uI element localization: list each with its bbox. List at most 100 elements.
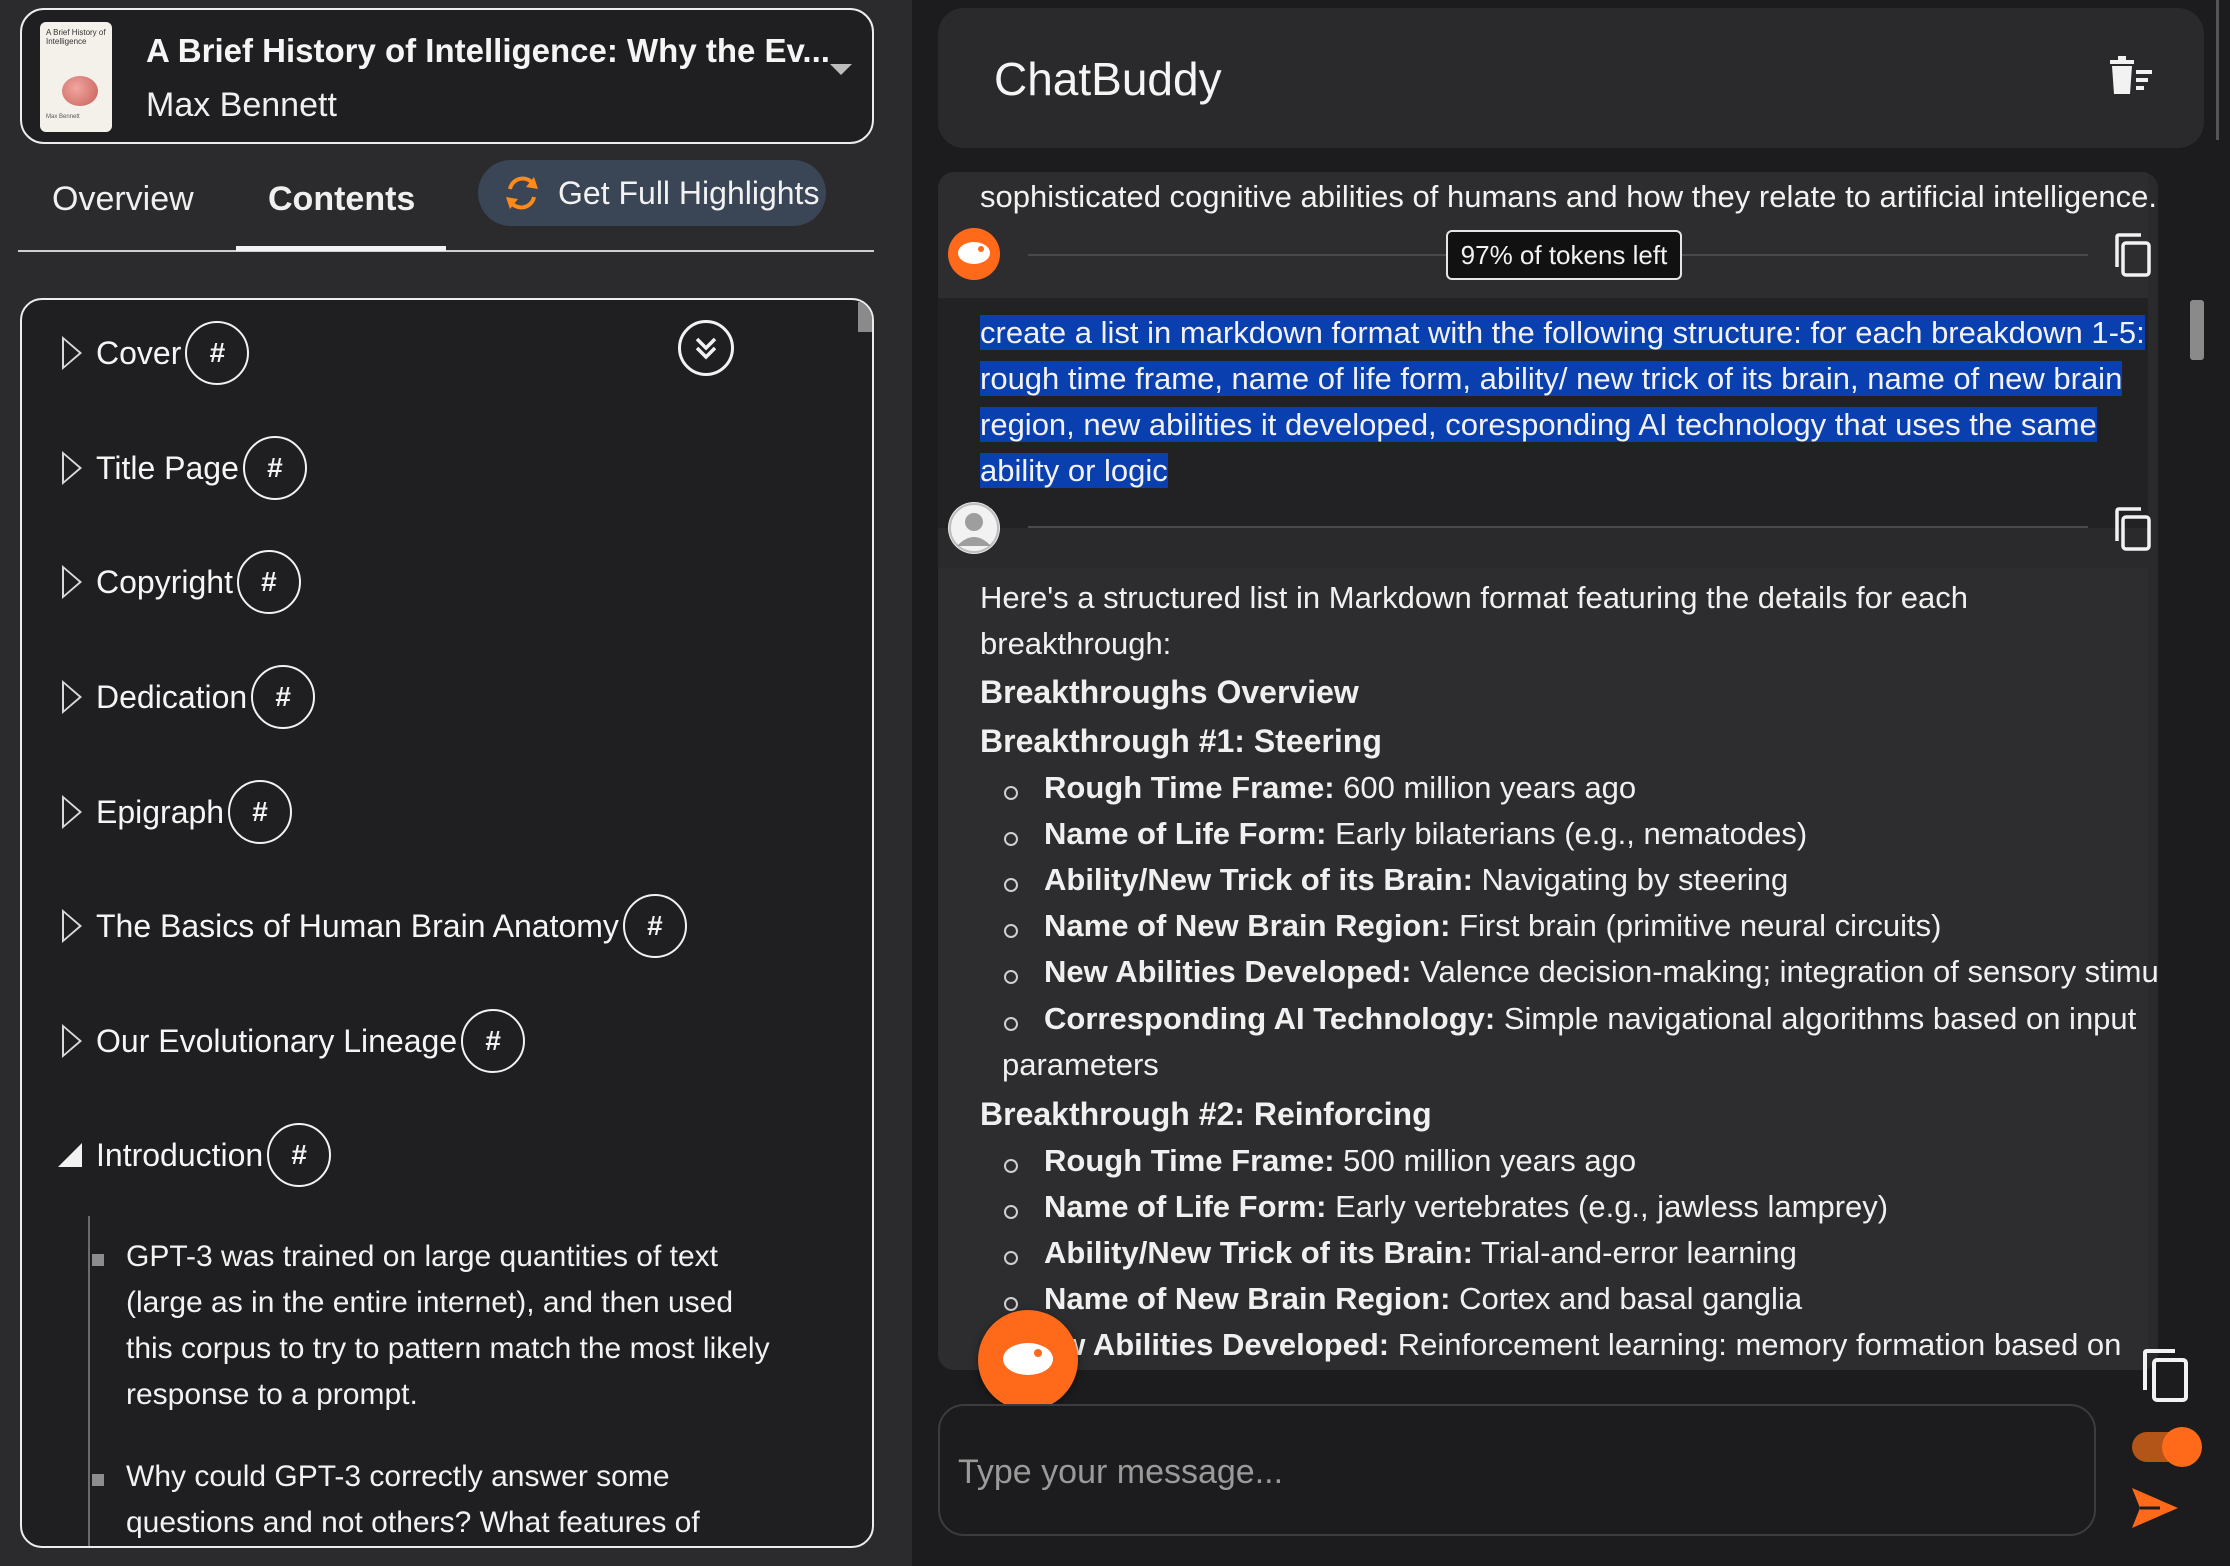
toc-item-dedication[interactable]: Dedication # xyxy=(62,664,316,730)
highlight-bullet[interactable]: Why could GPT-3 correctly answer some qu… xyxy=(92,1454,776,1546)
list-item: ew Abilities Developed: Reinforcement le… xyxy=(1044,1327,2122,1362)
list-bullet-icon xyxy=(1004,1251,1018,1265)
ai-message: sophisticated cognitive abilities of hum… xyxy=(938,172,2157,298)
expand-triangle-icon[interactable] xyxy=(62,909,82,943)
toc-item-evolutionary-lineage[interactable]: Our Evolutionary Lineage # xyxy=(62,1008,526,1074)
list-bullet-icon xyxy=(1004,1205,1018,1219)
toc-scrollbar[interactable] xyxy=(858,302,872,332)
list-bullet-icon xyxy=(1004,1017,1018,1031)
copy-button[interactable] xyxy=(2106,228,2158,282)
copy-button[interactable] xyxy=(2130,1340,2200,1410)
get-full-highlights-button[interactable]: Get Full Highlights xyxy=(478,160,826,226)
highlight-bullet[interactable]: GPT-3 was trained on large quantities of… xyxy=(92,1234,776,1418)
hash-button[interactable]: # xyxy=(251,665,316,729)
square-bullet-icon xyxy=(92,1474,104,1486)
square-bullet-icon xyxy=(92,1254,104,1266)
collapse-triangle-icon[interactable] xyxy=(58,1143,82,1167)
user-avatar xyxy=(948,502,1000,554)
toc-label: Cover xyxy=(96,334,182,371)
list-item: Rough Time Frame: 600 million years ago xyxy=(1044,770,1637,805)
chat-scrollbar[interactable] xyxy=(2190,300,2204,360)
expand-triangle-icon[interactable] xyxy=(62,795,82,829)
toc-item-brain-anatomy[interactable]: The Basics of Human Brain Anatomy # xyxy=(62,893,687,959)
list-bullet-icon xyxy=(1004,1297,1018,1311)
copy-icon xyxy=(2115,233,2151,277)
list-item: Name of New Brain Region: Cortex and bas… xyxy=(1044,1281,1803,1316)
reply-heading: Breakthroughs Overview xyxy=(980,674,1359,710)
list-item: Name of Life Form: Early vertebrates (e.… xyxy=(1044,1189,1889,1224)
toc-item-cover[interactable]: Cover # xyxy=(62,320,250,386)
expand-triangle-icon[interactable] xyxy=(62,1024,82,1058)
hash-button[interactable]: # xyxy=(185,321,250,385)
tab-overview[interactable]: Overview xyxy=(52,180,194,219)
chat-bubble-icon xyxy=(958,242,990,264)
chatbot-fab-button[interactable] xyxy=(978,1310,1078,1410)
send-icon xyxy=(2132,1488,2178,1528)
list-item: Ability/New Trick of its Brain: Trial-an… xyxy=(1044,1235,1797,1270)
list-bullet-icon xyxy=(1004,970,1018,984)
send-button[interactable] xyxy=(2130,1486,2180,1535)
table-of-contents: Cover # Title Page # Copyright # Dedicat… xyxy=(20,298,874,1548)
cover-title-text: A Brief History of Intelligence xyxy=(46,28,106,46)
book-selector[interactable]: A Brief History of Intelligence Max Benn… xyxy=(20,8,874,144)
toggle-knob[interactable] xyxy=(2162,1427,2202,1467)
message-list: sophisticated cognitive abilities of hum… xyxy=(938,172,2158,1370)
hash-button[interactable]: # xyxy=(236,550,301,614)
mode-toggle[interactable] xyxy=(2132,1427,2202,1467)
chat-panel: ChatBuddy sophisticated cognitive abilit… xyxy=(912,0,2230,1566)
expand-triangle-icon[interactable] xyxy=(62,451,82,485)
collapse-all-button[interactable] xyxy=(678,320,734,376)
chat-bubble-icon xyxy=(1003,1343,1053,1375)
expand-triangle-icon[interactable] xyxy=(62,336,82,370)
selected-text-line: region, new abilities it developed, core… xyxy=(980,407,2097,442)
active-tab-indicator xyxy=(236,246,446,251)
tree-guide-line xyxy=(88,1216,90,1546)
clear-chat-button[interactable] xyxy=(2108,56,2154,101)
toc-item-copyright[interactable]: Copyright # xyxy=(62,549,301,615)
hash-button[interactable]: # xyxy=(228,780,293,844)
brain-illustration xyxy=(62,76,98,106)
user-message: create a list in markdown format with th… xyxy=(938,298,2148,528)
list-item-wrap: parameters xyxy=(1002,1047,1159,1082)
toc-label: Dedication xyxy=(96,678,248,715)
toc-item-title-page[interactable]: Title Page # xyxy=(62,435,307,501)
toc-label: The Basics of Human Brain Anatomy xyxy=(96,907,619,944)
tab-contents[interactable]: Contents xyxy=(268,180,415,219)
expand-triangle-icon[interactable] xyxy=(62,680,82,714)
list-item: New Abilities Developed: Valence decisio… xyxy=(1044,954,2158,989)
toc-item-introduction[interactable]: Introduction # xyxy=(58,1122,332,1188)
list-item: Corresponding AI Technology: Simple navi… xyxy=(1044,1001,2137,1036)
message-divider xyxy=(1028,526,2088,528)
copy-icon xyxy=(2115,507,2151,551)
selected-text-line: rough time frame, name of life form, abi… xyxy=(980,361,2123,396)
toc-label: Introduction xyxy=(96,1136,264,1173)
highlight-text: GPT-3 was trained on large quantities of… xyxy=(126,1240,770,1411)
tokens-left-badge: 97% of tokens left xyxy=(1446,230,1682,280)
hash-button[interactable]: # xyxy=(461,1009,526,1073)
toc-label: Our Evolutionary Lineage xyxy=(96,1022,458,1059)
copy-button[interactable] xyxy=(2106,502,2158,556)
book-panel: A Brief History of Intelligence Max Benn… xyxy=(0,0,904,1566)
hash-button[interactable]: # xyxy=(267,1123,332,1187)
reply-intro: Here's a structured list in Markdown for… xyxy=(980,580,1969,615)
message-input[interactable] xyxy=(956,1440,2056,1504)
list-bullet-icon xyxy=(1004,1159,1018,1173)
list-item: Name of Life Form: Early bilaterians (e.… xyxy=(1044,816,1808,851)
expand-triangle-icon[interactable] xyxy=(62,565,82,599)
ai-reply-message: Here's a structured list in Markdown for… xyxy=(938,568,2158,1370)
toc-item-epigraph[interactable]: Epigraph # xyxy=(62,779,293,845)
person-icon xyxy=(949,503,999,553)
list-bullet-icon xyxy=(1004,924,1018,938)
list-item: Ability/New Trick of its Brain: Navigati… xyxy=(1044,862,1789,897)
book-author: Max Bennett xyxy=(146,86,337,124)
message-input-box[interactable] xyxy=(938,1404,2096,1536)
cover-author-text: Max Bennett xyxy=(46,114,80,120)
breakthrough-title: Breakthrough #1: Steering xyxy=(980,723,1382,759)
hash-button[interactable]: # xyxy=(242,436,307,500)
reply-intro: breakthrough: xyxy=(980,626,1172,661)
hash-button[interactable]: # xyxy=(622,894,687,958)
message-text: create a list in markdown format with th… xyxy=(980,310,2145,494)
chat-title: ChatBuddy xyxy=(994,53,1222,105)
chevron-down-icon[interactable] xyxy=(830,64,852,75)
toc-label: Copyright xyxy=(96,563,233,600)
